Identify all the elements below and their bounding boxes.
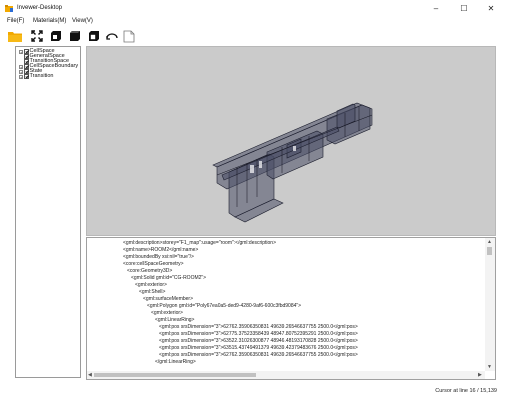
menu-bar: File(F) Materials(M) View(V) (0, 17, 510, 26)
menu-materials[interactable]: Materials(M) (33, 17, 66, 26)
3d-viewport[interactable] (86, 46, 496, 236)
fit-view-icon (31, 30, 43, 42)
cube-outline-icon (51, 31, 61, 41)
code-line: <gml:Shell> (139, 289, 166, 295)
expand-icon[interactable]: + (19, 69, 23, 74)
scroll-up-icon[interactable]: ▲ (487, 239, 492, 245)
menu-file[interactable]: File(F) (7, 17, 24, 26)
rotate-view-icon (106, 33, 118, 40)
expand-icon[interactable]: + (19, 64, 23, 69)
horizontal-scrollbar[interactable]: ◀ ▶ (87, 371, 485, 379)
rotate-view-button[interactable] (105, 29, 119, 43)
code-line: <gml:LinearRing> (155, 317, 195, 323)
menu-view[interactable]: View(V) (72, 17, 93, 26)
tree-item-label: Transition (29, 73, 54, 79)
cube-solid-icon (70, 31, 80, 41)
toolbar (0, 26, 510, 46)
expand-icon[interactable]: + (19, 49, 23, 54)
code-lines: <gml:description>storey="F1_map":usage="… (87, 240, 485, 370)
maximize-button[interactable]: ☐ (451, 0, 477, 17)
blank-page-icon (123, 30, 135, 42)
code-line: <gml:name>ROOM2</gml:name> (123, 247, 199, 253)
cursor-position: Cursor at line 16 / 15,139 (435, 388, 497, 394)
close-button[interactable]: ✕ (478, 0, 504, 17)
title-bar: Invewer-Desktop – ☐ ✕ (0, 0, 510, 17)
gml-source-view[interactable]: <gml:description>storey="F1_map":usage="… (86, 237, 496, 380)
code-line: <gml:description>storey="F1_map":usage="… (123, 240, 277, 246)
blank-page-button[interactable] (122, 29, 136, 43)
layer-tree: + CellSpace GeneralSpace TransitionSpace… (15, 46, 81, 378)
code-line: <gml:Solid gml:id="CG-ROOM2"> (131, 275, 207, 281)
minimize-button[interactable]: – (423, 0, 449, 17)
cube-solid-button[interactable] (68, 29, 82, 43)
building-model (212, 102, 373, 223)
code-line: </gml:LinearRing> (155, 359, 196, 365)
open-folder-icon (8, 32, 22, 42)
code-line: <gml:pos srsDimension="3">63515.43749491… (159, 345, 358, 351)
window-title: Invewer-Desktop (17, 5, 63, 11)
code-line: <gml:exterior> (135, 282, 167, 288)
horizontal-scroll-thumb[interactable] (94, 373, 256, 377)
app-icon (5, 5, 13, 12)
vertical-scroll-thumb[interactable] (487, 247, 492, 255)
cube-outline-button[interactable] (49, 29, 63, 43)
code-line: <gml:boundedBy xsi:nil="true"/> (123, 254, 194, 260)
code-line: <gml:pos srsDimension="3">62762.35906350… (159, 324, 358, 330)
status-bar: Cursor at line 16 / 15,139 (0, 380, 510, 401)
code-line: <gml:exterior> (151, 310, 183, 316)
code-line: <gml:pos srsDimension="3">62775.37523358… (159, 331, 358, 337)
cube-split-icon (89, 31, 99, 41)
cube-split-button[interactable] (87, 29, 101, 43)
scroll-down-icon[interactable]: ▼ (487, 364, 492, 370)
vertical-scrollbar[interactable]: ▲ ▼ (485, 238, 495, 371)
scroll-left-icon[interactable]: ◀ (88, 372, 92, 378)
code-line: <core:cellSpaceGeometry> (123, 261, 184, 267)
fit-view-button[interactable] (30, 29, 44, 43)
expand-icon[interactable]: + (19, 74, 23, 79)
tree-item-transition[interactable]: + Transition (19, 73, 54, 79)
code-line: <core:Geometry3D> (127, 268, 173, 274)
code-line: <gml:pos srsDimension="3">63522.31026300… (159, 338, 358, 344)
checkbox[interactable] (24, 74, 29, 79)
code-line: <gml:Polygon gml:id="Poly67ea0a5-ded9-42… (147, 303, 302, 309)
open-folder-button[interactable] (8, 29, 22, 43)
code-line: <gml:pos srsDimension="3">62762.35906350… (159, 352, 358, 358)
scroll-right-icon[interactable]: ▶ (478, 372, 482, 378)
code-line: <gml:surfaceMember> (143, 296, 194, 302)
